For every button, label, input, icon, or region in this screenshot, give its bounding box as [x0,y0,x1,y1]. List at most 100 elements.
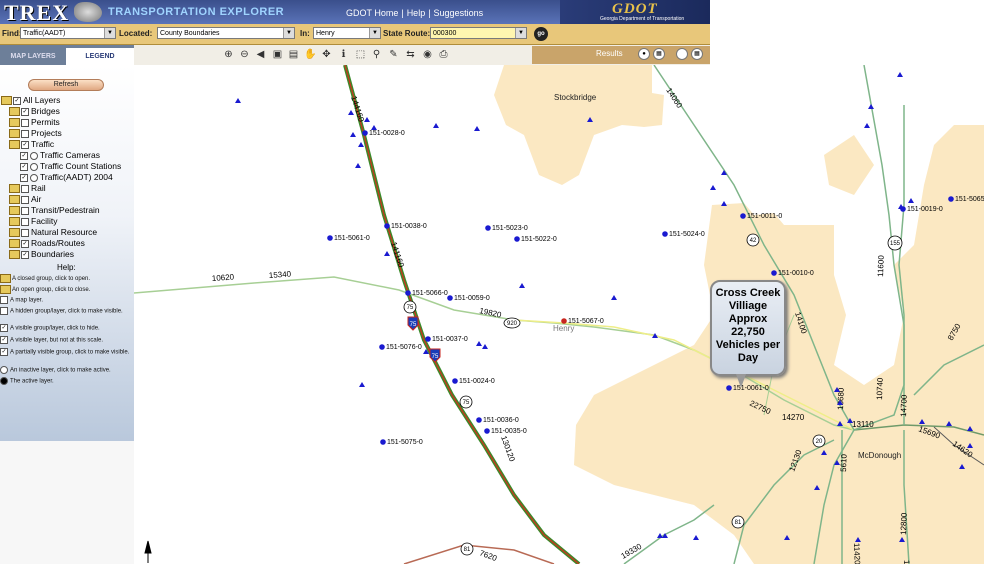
checkbox[interactable]: ✓ [13,96,21,105]
layer-boundaries[interactable]: ✓ Boundaries [9,249,74,260]
layer-roads-routes[interactable]: ✓ Roads/Routes [9,238,85,249]
traffic-callout: Cross Creek Villiage Approx 22,750 Vehic… [710,280,786,376]
folder-icon [9,239,20,249]
suggestions-link[interactable]: Suggestions [434,8,484,18]
station-label: 151-0036-0 [483,417,519,424]
layer-label: Roads/Routes [31,238,85,248]
station-label: 151-5061-0 [334,235,370,242]
zoom-out-icon[interactable]: ⊖ [238,48,251,61]
station-label: 151-5065-0 [955,196,984,203]
checkbox[interactable] [21,118,29,127]
layer-label: Facility [31,216,58,226]
checkbox[interactable]: ✓ [20,173,28,182]
state-route-value: 000300 [433,30,457,37]
results-list-icon[interactable]: ▦ [691,48,703,60]
folder-icon [9,107,20,117]
tab-legend[interactable]: LEGEND [66,48,134,65]
checkbox[interactable]: ✓ [20,151,28,160]
move-icon[interactable]: ✥ [320,48,333,61]
pan-hand-icon[interactable]: ✋ [304,48,317,61]
zoom-in-icon[interactable]: ⊕ [222,48,235,61]
layer-traffic-count-stations[interactable]: ✓ Traffic Count Stations [20,161,121,171]
help-inactive: An inactive layer, click to make active. [0,366,132,375]
find-select[interactable]: Traffic(AADT) ▼ [20,27,116,39]
measure-icon[interactable]: ⇆ [404,48,417,61]
station-label: 151-5075-0 [387,439,423,446]
refresh-button[interactable]: Refresh [28,79,104,91]
count-label: 11420 [852,543,862,564]
checkbox[interactable] [21,129,29,138]
help-text: A visible layer, but not at this scale. [10,337,104,344]
layer-traffic[interactable]: ✓ Traffic [9,139,54,150]
checkbox[interactable] [21,228,29,237]
back-icon[interactable]: ◀ [254,48,267,61]
erase-icon[interactable]: ✎ [387,48,400,61]
layer-traffic-cameras[interactable]: ✓ Traffic Cameras [20,150,100,160]
folder-icon [1,96,12,106]
checkbox[interactable] [21,206,29,215]
callout-line: Day [737,352,759,364]
located-select[interactable]: County Boundaries ▼ [157,27,295,39]
print-icon[interactable]: ⎙ [437,48,450,61]
checkbox[interactable]: ✓ [20,162,28,171]
callout-line: Villiage [728,300,768,312]
layer-permits[interactable]: Permits [9,117,60,128]
layer-transit[interactable]: Transit/Pedestrain [9,205,100,216]
place-label: Henry [553,324,574,333]
layer-traffic-aadt[interactable]: ✓ Traffic(AADT) 2004 [20,172,113,182]
results-radio-off[interactable] [676,48,688,60]
buffer-icon[interactable]: ◉ [421,48,434,61]
checkbox[interactable]: ✓ [21,140,29,149]
checkbox[interactable]: ✓ [21,250,29,259]
help-map-layer: A map layer. [0,296,132,305]
layer-air[interactable]: Air [9,194,41,205]
layer-natural-resource[interactable]: Natural Resource [9,227,97,238]
station-label: 151-0035-0 [491,428,527,435]
chevron-down-icon: ▼ [515,28,526,38]
radio[interactable] [30,162,38,171]
layer-rail[interactable]: Rail [9,183,46,194]
find-icon[interactable]: ⚲ [370,48,383,61]
station-label: 151-5076-0 [386,344,422,351]
layer-bridges[interactable]: ✓ Bridges [9,106,60,117]
located-label: Located: [119,29,153,38]
help-text: A visible group/layer, click to hide. [10,325,100,332]
checkbox[interactable] [21,217,29,226]
trex-logo: TREX [4,0,70,25]
results-grid-icon[interactable]: ▦ [653,48,665,60]
checkbox[interactable]: ✓ [21,107,29,116]
county-select[interactable]: Henry ▼ [313,27,381,39]
station-label: 151-0010-0 [778,270,814,277]
go-button[interactable]: go [534,27,548,41]
layers-panel: Refresh ✓ All Layers ✓ Bridges Permits Pro… [0,65,134,441]
help-hidden: A hidden group/layer, click to make visi… [0,307,132,316]
zoom-layer-icon[interactable]: ▤ [287,48,300,61]
radio[interactable] [30,151,38,160]
gdot-home-link[interactable]: GDOT Home [346,8,398,18]
layer-label: Bridges [31,106,60,116]
identify-icon[interactable]: ℹ [337,48,350,61]
select-icon[interactable]: ⬚ [354,48,367,61]
find-bar: Find: Traffic(AADT) ▼ Located: County Bou… [0,24,710,45]
radio[interactable] [30,173,38,182]
layer-label: All Layers [23,95,61,105]
checkbox[interactable] [21,195,29,204]
checkbox[interactable]: ✓ [21,239,29,248]
layer-label: Traffic Count Stations [40,161,122,171]
results-radio-on[interactable]: ● [638,48,650,60]
count-label: 14700 [899,394,909,417]
folder-icon [9,195,20,205]
station-label: 151-0024-0 [459,378,495,385]
help-link[interactable]: Help [407,8,426,18]
layer-facility[interactable]: Facility [9,216,58,227]
app-title: TRANSPORTATION EXPLORER [108,6,285,18]
layer-all[interactable]: ✓ All Layers [1,95,61,106]
map-canvas[interactable]: 144160 141160 10620 15340 19820 14060 14… [134,65,984,564]
in-label: In: [300,29,310,38]
layer-projects[interactable]: Projects [9,128,62,139]
full-extent-icon[interactable]: ▣ [271,48,284,61]
station-label: 151-5067-0 [568,318,604,325]
checkbox[interactable] [21,184,29,193]
state-route-select[interactable]: 000300 ▼ [430,27,527,39]
tab-map-layers[interactable]: MAP LAYERS [0,48,66,65]
